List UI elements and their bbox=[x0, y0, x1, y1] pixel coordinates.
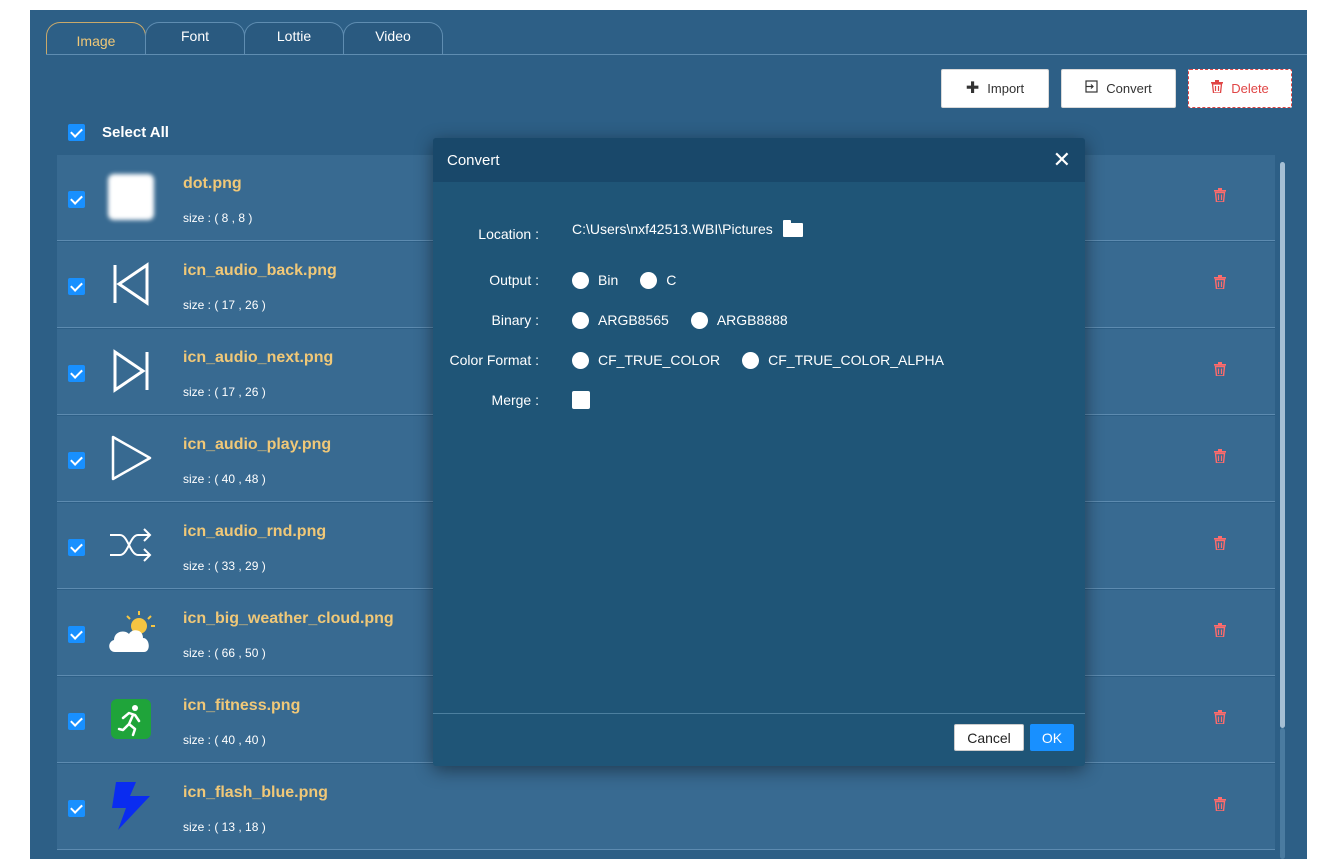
dialog-title: Convert bbox=[447, 151, 500, 169]
audio-next-icon bbox=[105, 343, 157, 399]
tab-video[interactable]: Video bbox=[343, 22, 443, 54]
scrollbar-track[interactable] bbox=[1280, 728, 1285, 859]
color-format-options: CF_TRUE_COLOR CF_TRUE_COLOR_ALPHA bbox=[572, 351, 956, 369]
dialog-footer-divider bbox=[433, 713, 1085, 714]
import-button[interactable]: ✚ Import bbox=[941, 69, 1049, 108]
cf-true-color-radio[interactable]: CF_TRUE_COLOR bbox=[572, 351, 721, 369]
file-size: size : ( 17 , 26 ) bbox=[183, 298, 266, 312]
merge-row: Merge : bbox=[433, 389, 1085, 411]
file-size: size : ( 8 , 8 ) bbox=[183, 211, 253, 225]
binary-argb8888-radio[interactable]: ARGB8888 bbox=[690, 311, 788, 329]
plus-icon: ✚ bbox=[965, 79, 980, 97]
flash-icon bbox=[105, 778, 157, 834]
output-c-radio[interactable]: C bbox=[640, 271, 677, 289]
file-size: size : ( 17 , 26 ) bbox=[183, 385, 266, 399]
trash-icon[interactable] bbox=[1214, 623, 1230, 641]
binary-argb8565-radio[interactable]: ARGB8565 bbox=[572, 311, 669, 329]
cf-true-color-label: CF_TRUE_COLOR bbox=[598, 352, 721, 368]
output-bin-label: Bin bbox=[598, 272, 619, 288]
binary-argb8565-label: ARGB8565 bbox=[598, 312, 669, 328]
shuffle-icon bbox=[105, 517, 157, 573]
tab-divider bbox=[46, 54, 1307, 55]
binary-argb8888-label: ARGB8888 bbox=[716, 312, 788, 328]
convert-icon bbox=[1085, 80, 1098, 97]
fitness-icon bbox=[105, 691, 157, 747]
output-row: Output : Bin C bbox=[433, 269, 1085, 291]
location-row: Location : C:\Users\nxf42513.WBI\Picture… bbox=[433, 220, 1085, 245]
item-checkbox[interactable] bbox=[68, 191, 85, 208]
trash-icon[interactable] bbox=[1214, 188, 1230, 206]
trash-icon bbox=[1211, 80, 1224, 97]
binary-label: Binary : bbox=[491, 312, 539, 328]
import-label: Import bbox=[987, 81, 1025, 96]
file-size: size : ( 66 , 50 ) bbox=[183, 646, 266, 660]
file-size: size : ( 40 , 48 ) bbox=[183, 472, 266, 486]
color-format-label: Color Format : bbox=[449, 352, 539, 368]
delete-label: Delete bbox=[1231, 81, 1269, 96]
scrollbar-thumb[interactable] bbox=[1280, 162, 1285, 728]
trash-icon[interactable] bbox=[1214, 275, 1230, 293]
item-checkbox[interactable] bbox=[68, 452, 85, 469]
dot-thumbnail bbox=[105, 169, 157, 225]
select-all[interactable]: Select All bbox=[68, 124, 169, 141]
convert-dialog: Convert ✕ Location : C:\Users\nxf42513.W… bbox=[433, 138, 1085, 766]
trash-icon[interactable] bbox=[1214, 710, 1230, 728]
item-checkbox[interactable] bbox=[68, 539, 85, 556]
item-checkbox[interactable] bbox=[68, 626, 85, 643]
file-size: size : ( 33 , 29 ) bbox=[183, 559, 266, 573]
location-value-group: C:\Users\nxf42513.WBI\Pictures bbox=[572, 220, 803, 237]
item-checkbox[interactable] bbox=[68, 365, 85, 382]
item-checkbox[interactable] bbox=[68, 278, 85, 295]
merge-checkbox[interactable] bbox=[572, 391, 590, 409]
output-label: Output : bbox=[489, 272, 539, 288]
location-label: Location : bbox=[478, 226, 539, 242]
file-name: icn_big_weather_cloud.png bbox=[183, 610, 394, 627]
weather-cloud-icon bbox=[105, 604, 157, 660]
ok-button[interactable]: OK bbox=[1030, 724, 1074, 751]
convert-button[interactable]: Convert bbox=[1061, 69, 1176, 108]
trash-icon[interactable] bbox=[1214, 362, 1230, 380]
file-name: icn_audio_play.png bbox=[183, 436, 332, 453]
file-size: size : ( 40 , 40 ) bbox=[183, 733, 266, 747]
file-name: icn_fitness.png bbox=[183, 697, 301, 714]
color-format-row: Color Format : CF_TRUE_COLOR CF_TRUE_COL… bbox=[433, 349, 1085, 371]
trash-icon[interactable] bbox=[1214, 449, 1230, 467]
trash-icon[interactable] bbox=[1214, 797, 1230, 815]
audio-play-icon bbox=[105, 430, 157, 486]
file-name: dot.png bbox=[183, 175, 242, 192]
location-path: C:\Users\nxf42513.WBI\Pictures bbox=[572, 220, 773, 237]
audio-back-icon bbox=[105, 256, 157, 312]
tab-image[interactable]: Image bbox=[46, 22, 146, 54]
file-name: icn_audio_next.png bbox=[183, 349, 334, 366]
delete-button[interactable]: Delete bbox=[1188, 69, 1292, 108]
select-all-checkbox[interactable] bbox=[68, 124, 85, 141]
item-checkbox[interactable] bbox=[68, 800, 85, 817]
merge-option bbox=[572, 391, 590, 409]
file-name: icn_audio_back.png bbox=[183, 262, 337, 279]
output-c-label: C bbox=[666, 272, 677, 288]
trash-icon[interactable] bbox=[1214, 536, 1230, 554]
convert-label: Convert bbox=[1106, 81, 1152, 96]
tab-font[interactable]: Font bbox=[145, 22, 245, 54]
merge-label: Merge : bbox=[491, 392, 539, 408]
cf-true-color-alpha-radio[interactable]: CF_TRUE_COLOR_ALPHA bbox=[742, 351, 944, 369]
cancel-button[interactable]: Cancel bbox=[954, 724, 1024, 751]
tab-lottie[interactable]: Lottie bbox=[244, 22, 344, 54]
item-checkbox[interactable] bbox=[68, 713, 85, 730]
close-icon[interactable]: ✕ bbox=[1053, 149, 1071, 171]
select-all-label: Select All bbox=[102, 124, 169, 141]
dialog-header: Convert ✕ bbox=[433, 138, 1085, 182]
binary-options: ARGB8565 ARGB8888 bbox=[572, 311, 800, 329]
file-size: size : ( 13 , 18 ) bbox=[183, 820, 266, 834]
file-name: icn_flash_blue.png bbox=[183, 784, 328, 801]
cf-true-color-alpha-label: CF_TRUE_COLOR_ALPHA bbox=[768, 352, 944, 368]
binary-row: Binary : ARGB8565 ARGB8888 bbox=[433, 309, 1085, 331]
output-bin-radio[interactable]: Bin bbox=[572, 271, 619, 289]
file-name: icn_audio_rnd.png bbox=[183, 523, 327, 540]
folder-icon[interactable] bbox=[782, 220, 803, 237]
list-item[interactable]: icn_flash_blue.png size : ( 13 , 18 ) bbox=[57, 764, 1275, 850]
output-options: Bin C bbox=[572, 271, 688, 289]
tab-bar: Image Font Lottie Video bbox=[46, 22, 443, 54]
